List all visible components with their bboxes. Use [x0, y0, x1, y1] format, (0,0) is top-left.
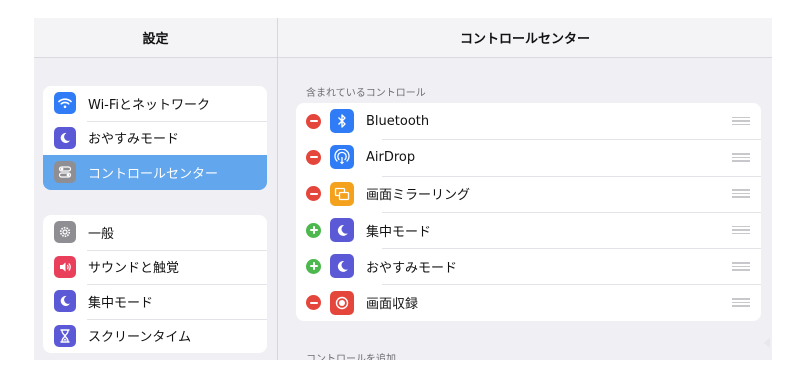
- sidebar-item-general[interactable]: 一般: [43, 215, 267, 250]
- reorder-handle[interactable]: [732, 189, 750, 198]
- remove-control-button[interactable]: [306, 149, 321, 165]
- sidebar-item-label: スクリーンタイム: [88, 330, 192, 346]
- sidebar-group-connectivity: Wi-Fiとネットワーク おやすみモード コントロールセンター: [43, 86, 267, 190]
- sidebar-item-do-not-disturb[interactable]: おやすみモード: [43, 120, 267, 156]
- sidebar-item-label: 集中モード: [88, 295, 154, 311]
- main-panel: コントロールセンター 含まれているコントロール Bluetooth AirDro…: [278, 18, 772, 360]
- sidebar-item-screen-time[interactable]: スクリーンタイム: [43, 318, 267, 354]
- control-row-screen-recording: 画面収録: [296, 284, 761, 320]
- reorder-handle[interactable]: [732, 298, 750, 307]
- airdrop-icon: [330, 145, 354, 170]
- remove-control-button[interactable]: [306, 186, 321, 202]
- sidebar-item-label: Wi-Fiとネットワーク: [88, 97, 211, 113]
- remove-control-button[interactable]: [306, 295, 321, 311]
- gear-icon: [54, 221, 76, 244]
- speaker-icon: [54, 255, 76, 278]
- chevron-left-icon: [764, 338, 770, 348]
- control-row-bluetooth: Bluetooth: [296, 103, 761, 139]
- add-control-button[interactable]: [306, 258, 321, 274]
- sidebar-item-focus[interactable]: 集中モード: [43, 284, 267, 319]
- sidebar-item-label: コントロールセンター: [88, 166, 219, 182]
- sidebar-group-general: 一般 サウンドと触覚 集中モード スクリーンタイム: [43, 215, 267, 353]
- reorder-handle[interactable]: [732, 262, 750, 271]
- included-controls-list: Bluetooth AirDrop 画面ミラーリング 集中モード おやすみモード…: [296, 103, 761, 321]
- reorder-handle[interactable]: [732, 116, 750, 126]
- toggles-icon: [54, 161, 76, 184]
- sidebar-item-label: サウンドと触覚: [88, 261, 180, 277]
- control-label: 集中モード: [366, 224, 432, 240]
- reorder-handle[interactable]: [732, 225, 750, 235]
- screen-recording-icon: [330, 290, 354, 315]
- sidebar-item-wifi[interactable]: Wi-Fiとネットワーク: [43, 86, 267, 121]
- sidebar-item-sounds[interactable]: サウンドと触覚: [43, 249, 267, 285]
- section-header-more-controls: コントロールを追加: [306, 354, 396, 360]
- control-label: おやすみモード: [366, 260, 458, 276]
- sidebar: 設定 Wi-Fiとネットワーク おやすみモード コントロールセンター 一般 サウ…: [34, 18, 278, 360]
- control-row-airdrop: AirDrop: [296, 139, 761, 175]
- section-header-included: 含まれているコントロール: [306, 88, 426, 99]
- control-label: 画面ミラーリング: [366, 188, 471, 204]
- hourglass-icon: [54, 324, 76, 347]
- control-label: Bluetooth: [366, 113, 430, 129]
- control-row-do-not-disturb: おやすみモード: [296, 248, 761, 284]
- control-label: AirDrop: [366, 149, 416, 165]
- settings-window: 設定 Wi-Fiとネットワーク おやすみモード コントロールセンター 一般 サウ…: [34, 18, 772, 360]
- control-row-screen-mirroring: 画面ミラーリング: [296, 175, 761, 212]
- moon-icon: [54, 126, 76, 149]
- reorder-handle[interactable]: [732, 153, 750, 162]
- wifi-icon: [54, 92, 76, 115]
- control-row-focus: 集中モード: [296, 211, 761, 248]
- screen-mirroring-icon: [330, 181, 354, 206]
- moon-icon: [330, 254, 354, 279]
- moon-icon: [54, 290, 76, 313]
- moon-icon: [330, 218, 354, 243]
- sidebar-item-label: 一般: [88, 226, 115, 242]
- sidebar-item-label: おやすみモード: [88, 132, 180, 148]
- sidebar-item-control-center[interactable]: コントロールセンター: [43, 155, 267, 190]
- bluetooth-icon: [330, 109, 354, 134]
- control-label: 画面収録: [366, 297, 419, 313]
- add-control-button[interactable]: [306, 222, 321, 238]
- sidebar-title: 設定: [34, 18, 277, 58]
- page-title: コントロールセンター: [278, 18, 772, 58]
- remove-control-button[interactable]: [306, 113, 321, 129]
